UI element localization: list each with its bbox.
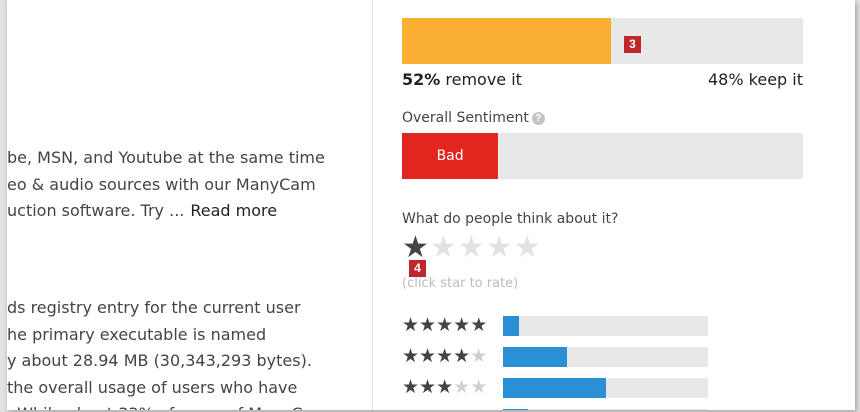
distribution-fill [503, 409, 528, 410]
sentiment-value: Bad [436, 148, 464, 164]
rate-star-3-icon[interactable]: ★ [458, 230, 486, 265]
program-description: be, MSN, and Youtube at the same time eo… [7, 145, 365, 225]
details-line: ds registry entry for the current user [7, 298, 301, 317]
app-frame: be, MSN, and Youtube at the same time eo… [6, 0, 855, 410]
details-line: . While about 33% of users of ManyCam [7, 401, 365, 410]
distribution-stars-icon: ★★★★★ [402, 407, 502, 410]
rating-hint: (click star to rate) [402, 276, 519, 291]
read-more-link[interactable]: Read more [190, 201, 277, 220]
rating-question: What do people think about it? [402, 211, 619, 227]
rate-star-4-icon[interactable]: ★ [486, 230, 514, 265]
help-icon[interactable]: ? [531, 112, 545, 125]
distribution-fill [503, 378, 606, 398]
remove-fill [402, 18, 611, 64]
distribution-bar [503, 378, 708, 398]
rate-star-5-icon[interactable]: ★ [514, 230, 542, 265]
distribution-fill [503, 347, 567, 367]
keep-percentage: 48% keep it [708, 70, 803, 89]
description-line: uction software. Try ... Read more [7, 198, 365, 225]
distribution-stars-icon: ★★★★★ [402, 345, 488, 367]
details-line: y about 28.94 MB (30,343,293 bytes). [7, 351, 312, 370]
remove-text: remove it [445, 70, 522, 89]
distribution-bar [503, 409, 708, 410]
description-line: eo & audio sources with our ManyCam [7, 174, 316, 194]
details-line: the overall usage of users who have [7, 377, 298, 397]
column-divider [372, 0, 373, 410]
removal-bar [402, 18, 803, 64]
callout-marker-3: 3 [624, 36, 641, 53]
distribution-bar [503, 347, 708, 367]
details-line: he primary executable is named [7, 324, 267, 344]
program-details: ds registry entry for the current user h… [7, 295, 365, 410]
remove-percentage: 52% remove it [402, 70, 522, 89]
callout-marker-4: 4 [409, 260, 426, 277]
sentiment-heading: Overall Sentiment? [402, 110, 545, 126]
distribution-bar [503, 316, 708, 336]
sentiment-label: Overall Sentiment [402, 110, 529, 126]
rate-star-2-icon[interactable]: ★ [430, 230, 458, 265]
remove-percent-value: 52% [402, 70, 441, 89]
distribution-stars-icon: ★★★★★ [402, 314, 488, 336]
description-line: be, MSN, and Youtube at the same time [7, 148, 325, 167]
description-text: uction software. Try ... [7, 201, 185, 220]
distribution-stars-icon: ★★★★★ [402, 376, 488, 398]
distribution-fill [503, 316, 520, 336]
sentiment-bar: Bad [402, 133, 803, 179]
